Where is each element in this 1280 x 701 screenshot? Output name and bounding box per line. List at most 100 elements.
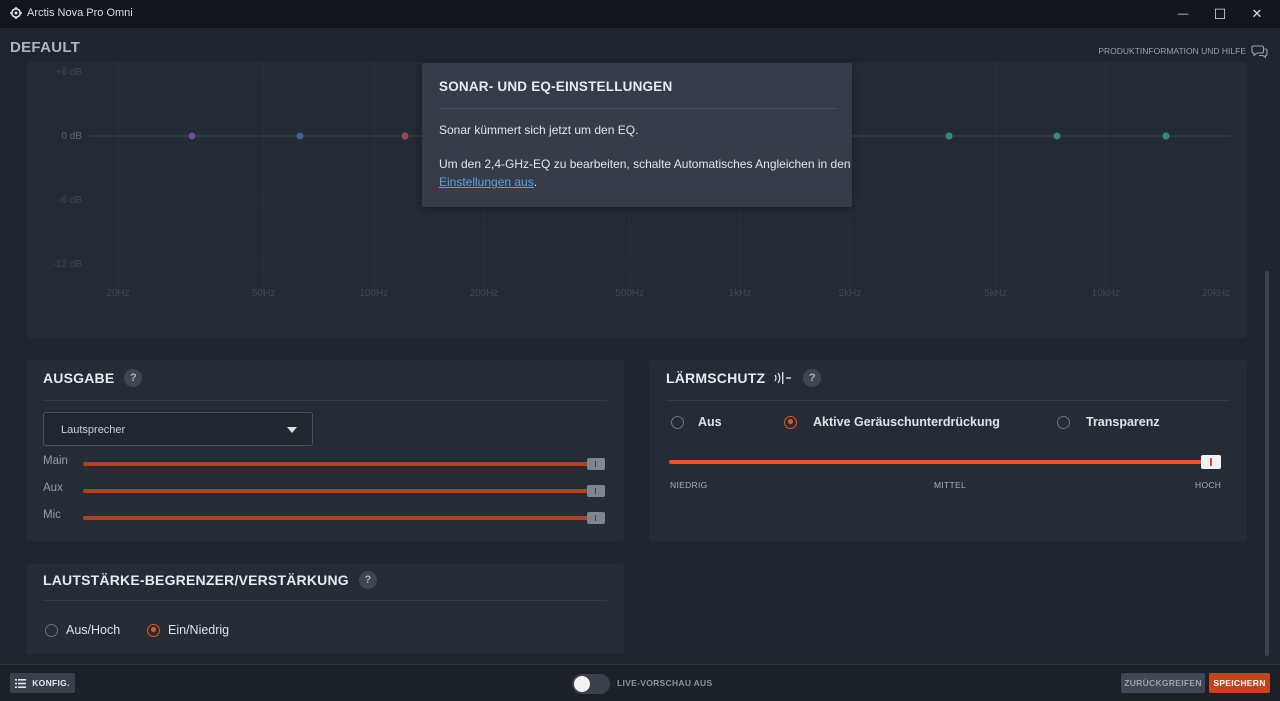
tooltip-divider — [439, 108, 836, 109]
slider-label: Aux — [43, 482, 63, 494]
limiter-panel: LAUTSTÄRKE-BEGRENZER/VERSTÄRKUNG ? Aus/H… — [26, 564, 624, 654]
anc-level-track[interactable] — [669, 460, 1209, 464]
anc-level-mid-label: MITTEL — [934, 480, 967, 490]
noise-option-anc[interactable]: Aktive Geräuschunterdrückung — [784, 415, 1000, 429]
eq-freq-label: 10kHz — [1092, 288, 1120, 299]
slider-label: Main — [43, 455, 68, 467]
eq-db-label: -6 dB — [58, 195, 82, 206]
maximize-icon: ☐ — [1213, 5, 1227, 22]
limiter-option-label: Aus/Hoch — [66, 623, 121, 637]
eq-freq-label: 50Hz — [252, 288, 275, 299]
slider-track[interactable] — [83, 489, 597, 493]
eq-band-point[interactable] — [188, 132, 196, 140]
eq-db-label: -12 dB — [53, 259, 83, 270]
steelseries-logo-icon — [10, 7, 22, 19]
eq-band-point[interactable] — [401, 132, 409, 140]
sonar-eq-tooltip: SONAR- UND EQ-EINSTELLUNGEN Sonar kümmer… — [422, 63, 852, 207]
anc-level-handle[interactable] — [1201, 455, 1221, 469]
eq-freq-label: 500Hz — [615, 288, 644, 299]
bottom-bar: KONFIG. LIVE-VORSCHAU AUS ZURÜCKGREIFEN … — [0, 664, 1280, 701]
tooltip-title: SONAR- UND EQ-EINSTELLUNGEN — [439, 79, 673, 94]
radio-selected-icon — [147, 623, 160, 637]
help-link-label: PRODUKTINFORMATION UND HILFE — [1098, 46, 1246, 56]
eq-freq-label: 1kHz — [728, 288, 751, 299]
eq-freq-label: 100Hz — [359, 288, 388, 299]
output-device-value: Lautsprecher — [61, 424, 126, 436]
noise-help-icon[interactable]: ? — [803, 369, 822, 387]
radio-icon — [671, 415, 684, 429]
noise-option-label: Transparenz — [1086, 415, 1160, 429]
eq-freq-label: 20Hz — [106, 288, 129, 299]
output-device-dropdown[interactable]: Lautsprecher — [43, 412, 313, 446]
scrollbar[interactable] — [1264, 54, 1270, 660]
tooltip-line-2: Um den 2,4-GHz-EQ zu bearbeiten, schalte… — [439, 155, 851, 191]
noise-header: LÄRMSCHUTZ ? — [666, 369, 822, 387]
output-divider — [43, 400, 607, 401]
live-preview-label: LIVE-VORSCHAU AUS — [617, 678, 713, 688]
noise-option-off[interactable]: Aus — [671, 415, 722, 429]
noise-title: LÄRMSCHUTZ — [666, 370, 766, 386]
eq-freq-label: 20kHz — [1202, 288, 1230, 299]
scrollbar-thumb[interactable] — [1265, 271, 1269, 656]
output-slider-main[interactable]: Main — [43, 455, 607, 471]
tooltip-line-2-text: Um den 2,4-GHz-EQ zu bearbeiten, schalte… — [439, 157, 851, 171]
live-preview-toggle[interactable] — [572, 674, 610, 694]
output-title: AUSGABE — [43, 370, 115, 386]
noise-divider — [666, 400, 1230, 401]
output-slider-mic[interactable]: Mic — [43, 509, 607, 525]
eq-db-label: +6 dB — [56, 67, 83, 78]
slider-handle[interactable] — [587, 512, 605, 524]
radio-selected-icon — [784, 415, 797, 429]
eq-freq-label: 5kHz — [984, 288, 1007, 299]
eq-freq-label: 200Hz — [470, 288, 499, 299]
limiter-divider — [43, 600, 607, 601]
eq-db-label: 0 dB — [61, 131, 82, 142]
noise-option-label: Aktive Geräuschunterdrückung — [813, 415, 1000, 429]
app-content: DEFAULT PRODUKTINFORMATION UND HILFE 20H… — [0, 28, 1280, 701]
close-button[interactable]: ✕ — [1234, 0, 1280, 28]
slider-track[interactable] — [83, 516, 597, 520]
preset-title: DEFAULT — [10, 39, 81, 56]
minimize-icon: — — [1177, 8, 1189, 20]
list-icon — [15, 678, 27, 688]
noise-option-label: Aus — [698, 415, 722, 429]
eq-band-point[interactable] — [296, 132, 304, 140]
noise-panel: LÄRMSCHUTZ ? Aus Aktive Geräuschunterdrü… — [649, 360, 1247, 541]
chevron-down-icon — [287, 427, 297, 433]
toggle-knob — [574, 676, 590, 692]
anc-icon — [774, 372, 792, 384]
tooltip-line-1: Sonar kümmert sich jetzt um den EQ. — [439, 123, 639, 137]
config-button-label: KONFIG. — [32, 678, 70, 688]
limiter-title: LAUTSTÄRKE-BEGRENZER/VERSTÄRKUNG — [43, 572, 349, 588]
eq-band-point[interactable] — [1053, 132, 1061, 140]
limiter-option-on-low[interactable]: Ein/Niedrig — [147, 623, 229, 637]
config-button[interactable]: KONFIG. — [10, 673, 75, 693]
eq-band-point[interactable] — [1162, 132, 1170, 140]
limiter-header: LAUTSTÄRKE-BEGRENZER/VERSTÄRKUNG ? — [43, 571, 377, 589]
save-button[interactable]: SPEICHERN — [1209, 673, 1270, 693]
product-info-help-link[interactable]: PRODUKTINFORMATION UND HILFE — [1098, 44, 1268, 58]
slider-track[interactable] — [83, 462, 597, 466]
revert-button[interactable]: ZURÜCKGREIFEN — [1121, 673, 1205, 693]
eq-band-point[interactable] — [945, 132, 953, 140]
output-header: AUSGABE ? — [43, 369, 143, 387]
output-panel: AUSGABE ? Lautsprecher Main Aux Mic — [26, 360, 624, 541]
radio-icon — [45, 623, 58, 637]
tooltip-line-2-end: . — [533, 175, 538, 189]
slider-handle[interactable] — [587, 458, 605, 470]
limiter-option-off-high[interactable]: Aus/Hoch — [45, 623, 120, 637]
window-title: Arctis Nova Pro Omni — [27, 7, 133, 19]
noise-option-transparency[interactable]: Transparenz — [1057, 415, 1160, 429]
limiter-option-label: Ein/Niedrig — [168, 623, 230, 637]
radio-icon — [1057, 415, 1070, 429]
output-help-icon[interactable]: ? — [124, 369, 143, 387]
close-icon: ✕ — [1251, 6, 1263, 21]
slider-handle[interactable] — [587, 485, 605, 497]
anc-level-low-label: NIEDRIG — [670, 480, 708, 490]
settings-link[interactable]: Einstellungen aus — [439, 175, 534, 189]
output-slider-aux[interactable]: Aux — [43, 482, 607, 498]
limiter-help-icon[interactable]: ? — [358, 571, 377, 589]
slider-label: Mic — [43, 509, 61, 521]
window-titlebar: Arctis Nova Pro Omni — ☐ ✕ — [0, 0, 1280, 28]
anc-level-high-label: HOCH — [1195, 480, 1222, 490]
